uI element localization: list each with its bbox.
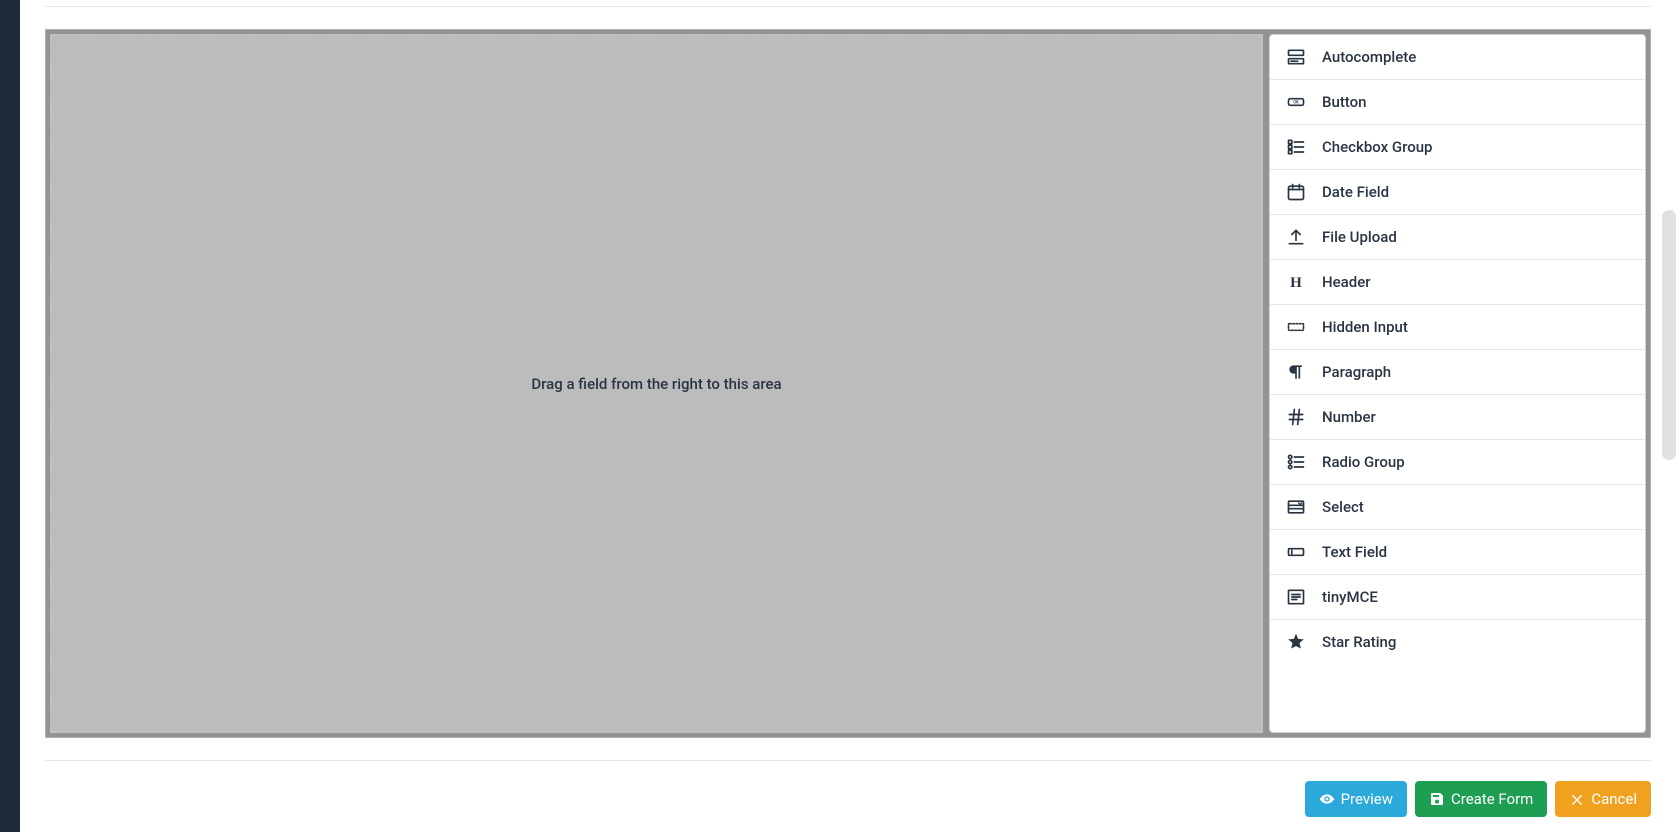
hidden-icon [1286,317,1306,337]
field-palette-item-select[interactable]: Select [1270,485,1645,530]
radiogroup-icon [1286,452,1306,472]
close-icon [1569,791,1585,807]
builder-dropzone[interactable]: Drag a field from the right to this area [50,34,1263,733]
save-icon [1429,791,1445,807]
select-icon [1286,497,1306,517]
sidebar-strip [0,0,20,832]
star-icon [1286,632,1306,652]
field-palette-item-label: Hidden Input [1322,318,1408,336]
preview-button-label: Preview [1341,790,1393,808]
field-palette-item-starrating[interactable]: Star Rating [1270,620,1645,664]
upload-icon [1286,227,1306,247]
field-palette-item-textfield[interactable]: Text Field [1270,530,1645,575]
field-palette-item-label: Number [1322,408,1376,426]
app-root: Drag a field from the right to this area… [0,0,1676,832]
richtext-icon [1286,587,1306,607]
button-icon: OK [1286,92,1306,112]
preview-button[interactable]: Preview [1305,781,1407,817]
field-palette-item-checkboxgroup[interactable]: Checkbox Group [1270,125,1645,170]
field-palette-item-label: Date Field [1322,183,1389,201]
form-builder-region: Drag a field from the right to this area… [45,29,1651,738]
field-palette-item-autocomplete[interactable]: Autocomplete [1270,35,1645,80]
hash-icon [1286,407,1306,427]
field-palette-item-label: tinyMCE [1322,588,1378,606]
create-form-button-label: Create Form [1451,790,1533,808]
paragraph-icon [1286,362,1306,382]
create-form-button[interactable]: Create Form [1415,781,1547,817]
checkboxgroup-icon [1286,137,1306,157]
field-palette-item-label: Checkbox Group [1322,138,1433,156]
content-wrap: Drag a field from the right to this area… [20,0,1676,832]
field-palette-item-fileupload[interactable]: File Upload [1270,215,1645,260]
cancel-button[interactable]: Cancel [1555,781,1651,817]
field-palette-item-button[interactable]: OK Button [1270,80,1645,125]
textfield-icon [1286,542,1306,562]
page-scrollbar[interactable] [1662,210,1676,460]
svg-text:OK: OK [1293,101,1299,106]
cancel-button-label: Cancel [1591,790,1637,808]
top-divider [45,6,1651,7]
dropzone-placeholder-text: Drag a field from the right to this area [531,375,781,393]
field-palette-item-header[interactable]: H Header [1270,260,1645,305]
header-icon: H [1286,272,1306,292]
field-palette-item-label: Header [1322,273,1371,291]
field-palette-item-tinymce[interactable]: tinyMCE [1270,575,1645,620]
field-palette-item-label: Paragraph [1322,363,1391,381]
field-palette-item-radiogroup[interactable]: Radio Group [1270,440,1645,485]
calendar-icon [1286,182,1306,202]
field-palette-item-label: Select [1322,498,1364,516]
svg-text:H: H [1290,275,1302,291]
field-palette-item-label: Button [1322,93,1367,111]
field-palette-item-label: File Upload [1322,228,1397,246]
field-palette-item-datefield[interactable]: Date Field [1270,170,1645,215]
field-palette-item-label: Text Field [1322,543,1387,561]
field-palette-item-label: Autocomplete [1322,48,1416,66]
bottom-action-bar: Preview Create Form Cancel [45,760,1651,817]
eye-icon [1319,791,1335,807]
field-palette-item-label: Radio Group [1322,453,1405,471]
field-palette: Autocomplete OK Button Checkbox Group Date F… [1269,34,1646,733]
field-palette-item-paragraph[interactable]: Paragraph [1270,350,1645,395]
field-palette-item-number[interactable]: Number [1270,395,1645,440]
field-palette-item-label: Star Rating [1322,633,1396,651]
field-palette-item-hiddeninput[interactable]: Hidden Input [1270,305,1645,350]
autocomplete-icon [1286,47,1306,67]
